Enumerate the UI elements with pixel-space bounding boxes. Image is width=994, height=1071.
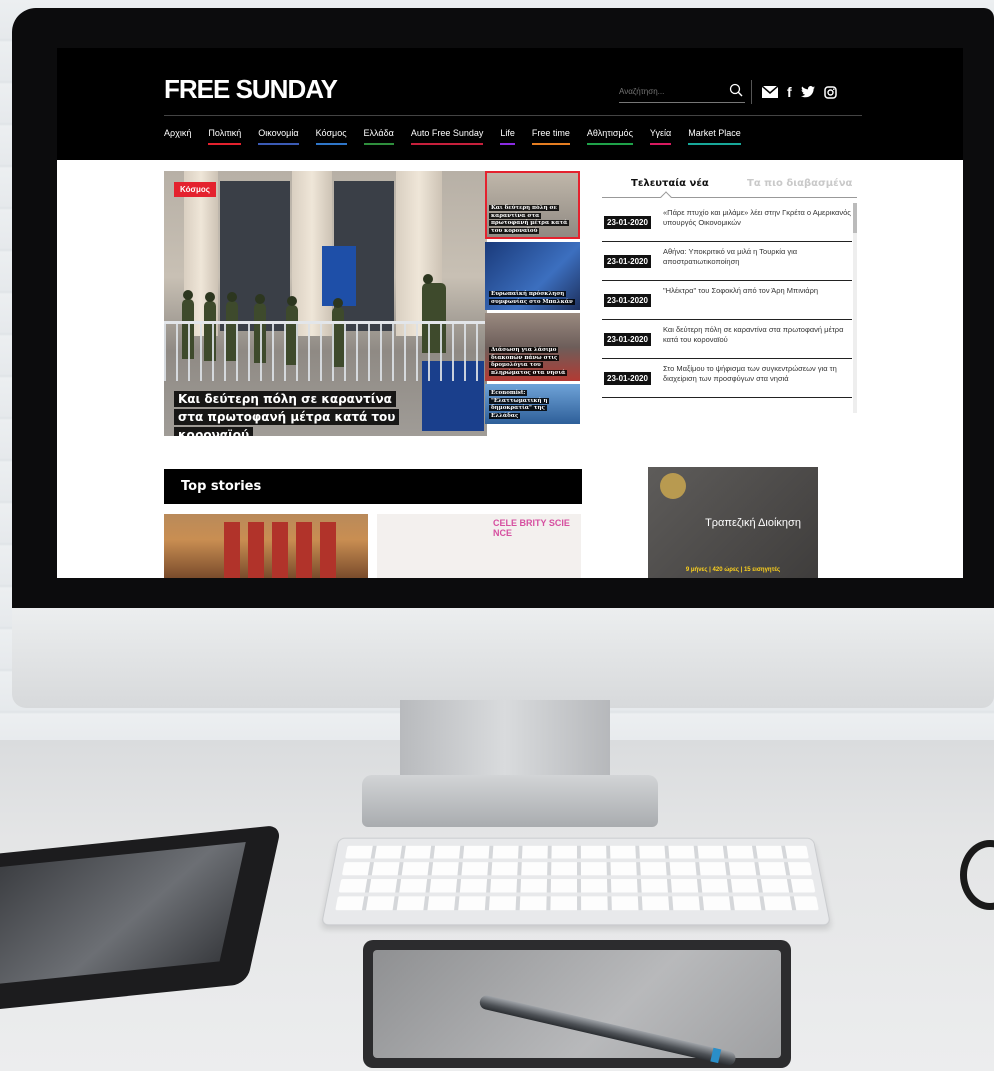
drawing-tablet-surface (373, 950, 781, 1058)
thumbnail-item[interactable]: Και δεύτερη πόλη σε καραντίνα στα πρωτοφ… (485, 171, 580, 239)
nav-item[interactable]: Αθλητισμός (586, 128, 633, 145)
header-divider (164, 115, 862, 116)
keyboard-row (345, 845, 809, 859)
monitor-stand-base (362, 775, 658, 827)
thumbnail-caption: Διάσωση για λάσιμο διακοπών πάνω στις δρ… (489, 347, 568, 376)
news-list-scrollbar[interactable] (853, 203, 857, 413)
news-headline[interactable]: «Πάρε πτυχίο και μιλάμε» λέει στην Γκρέτ… (663, 208, 853, 228)
thumbnail-item[interactable]: Διάσωση για λάσιμο διακοπών πάνω στις δρ… (485, 313, 580, 381)
news-date-badge: 23-01-2020 (604, 372, 651, 385)
keyboard-row (338, 879, 816, 893)
news-headline[interactable]: Αθήνα: Υποκριτικό να μιλά η Τουρκία για … (663, 247, 853, 267)
keyboard-row (335, 896, 819, 911)
advertisement-banner[interactable]: Τραπεζική Διοίκηση 9 μήνες | 420 ώρες | … (648, 467, 818, 578)
site-logo[interactable]: FREE SUNDAY (164, 74, 338, 105)
nav-item[interactable]: Πολιτική (208, 128, 242, 145)
news-item[interactable]: 23-01-2020 «Πάρε πτυχίο και μιλάμε» λέει … (602, 203, 852, 242)
news-tabs: Τελευταία νέα Τα πιο διαβασμένα (602, 176, 857, 203)
nav-item[interactable]: Market Place (688, 128, 741, 145)
monitor: FREE SUNDAY f Αρχική Πολιτική Οικονομία Κόσ… (12, 8, 994, 708)
latest-news-list: 23-01-2020 «Πάρε πτυχίο και μιλάμε» λέει … (602, 203, 852, 398)
top-stories-header: Top stories (164, 469, 582, 504)
category-badge[interactable]: Κόσμος (174, 182, 216, 197)
news-item[interactable]: 23-01-2020 Αθήνα: Υποκριτικό να μιλά η Το… (602, 242, 852, 281)
story-photo-sign: CELE BRITY SCIE NCE (493, 518, 570, 538)
search-box[interactable] (619, 81, 745, 103)
story-photo-detail (320, 522, 336, 578)
top-stories-title: Top stories (181, 479, 262, 494)
facebook-icon[interactable]: f (787, 84, 792, 100)
ad-title: Τραπεζική Διοίκηση (705, 517, 801, 529)
nav-item[interactable]: Auto Free Sunday (410, 128, 484, 145)
news-headline[interactable]: Και δεύτερη πόλη σε καραντίνα στα πρωτοφ… (663, 325, 853, 345)
story-photo-detail (224, 522, 240, 578)
news-date-badge: 23-01-2020 (604, 216, 651, 229)
tab-most-read[interactable]: Τα πιο διαβασμένα (747, 178, 852, 189)
monitor-stand (400, 700, 610, 780)
news-date-badge: 23-01-2020 (604, 333, 651, 346)
nav-item[interactable]: Αρχική (164, 128, 192, 145)
keyboard-row (341, 862, 813, 876)
social-links: f (751, 80, 837, 104)
thumbnail-caption: Και δεύτερη πόλη σε καραντίνα στα πρωτοφ… (489, 205, 570, 234)
top-story-card[interactable]: CELE BRITY SCIE NCE (377, 514, 581, 578)
thumbnail-caption: Ευρωπαϊκή πρόσκληση συμφωνίας στο Μπαλκά… (489, 291, 575, 305)
nav-item[interactable]: Κόσμος (315, 128, 347, 145)
thumbnail-caption: Economist: "Ελαττωματική η δημοκρατία" τ… (489, 390, 550, 419)
news-item[interactable]: 23-01-2020 Στο Μαξίμου το ψήφισμα των συγ… (602, 359, 852, 398)
monitor-chin (12, 608, 994, 708)
top-story-card[interactable] (164, 514, 368, 578)
news-item[interactable]: 23-01-2020 "Ηλέκτρα" του Σοφοκλή από τον … (602, 281, 852, 320)
hero-photo-railing (164, 321, 487, 381)
search-input[interactable] (619, 81, 719, 102)
story-photo-detail (296, 522, 312, 578)
hero-photo-railing-top (164, 321, 487, 324)
active-tab-pointer (660, 191, 672, 203)
thumbnail-item[interactable]: Ευρωπαϊκή πρόσκληση συμφωνίας στο Μπαλκά… (485, 242, 580, 310)
keyboard (320, 837, 832, 926)
story-photo-detail (272, 522, 288, 578)
news-date-badge: 23-01-2020 (604, 255, 651, 268)
hero-article[interactable]: Κόσμος Και δεύτερη πόλη σε καραντίνα στα… (164, 171, 487, 436)
news-headline[interactable]: "Ηλέκτρα" του Σοφοκλή από τον Άρη Μπινιά… (663, 286, 853, 296)
drawing-tablet (363, 940, 791, 1068)
thumbnail-item[interactable]: Economist: "Ελαττωματική η δημοκρατία" τ… (485, 384, 580, 424)
nav-item[interactable]: Life (500, 128, 515, 145)
ad-logo-icon (660, 473, 686, 499)
search-icon[interactable] (729, 83, 743, 97)
ad-subtitle: 9 μήνες | 420 ώρες | 15 εισηγητές (685, 567, 781, 573)
website-screen: FREE SUNDAY f Αρχική Πολιτική Οικονομία Κόσ… (57, 48, 963, 578)
tab-latest-news[interactable]: Τελευταία νέα (631, 178, 709, 189)
news-date-badge: 23-01-2020 (604, 294, 651, 307)
mail-icon[interactable] (762, 86, 778, 98)
tablet-screen (0, 842, 246, 988)
instagram-icon[interactable] (823, 85, 837, 99)
main-nav: Αρχική Πολιτική Οικονομία Κόσμος Ελλάδα Auto … (164, 128, 758, 145)
site-header: FREE SUNDAY f Αρχική Πολιτική Οικονομία Κόσ… (57, 48, 963, 160)
hero-headline[interactable]: Και δεύτερη πόλη σε καραντίνα στα πρωτοφ… (174, 390, 420, 436)
news-headline[interactable]: Στο Μαξίμου το ψήφισμα των συγκεντρώσεων… (663, 364, 853, 384)
nav-item[interactable]: Free time (531, 128, 570, 145)
hero-photo-sign (322, 246, 356, 306)
twitter-icon[interactable] (800, 86, 815, 98)
nav-item[interactable]: Οικονομία (258, 128, 299, 145)
headline-thumbnails: Και δεύτερη πόλη σε καραντίνα στα πρωτοφ… (485, 171, 583, 427)
news-item[interactable]: 23-01-2020 Και δεύτερη πόλη σε καραντίνα … (602, 320, 852, 359)
nav-item[interactable]: Ελλάδα (363, 128, 394, 145)
nav-item[interactable]: Υγεία (649, 128, 672, 145)
story-photo-detail (248, 522, 264, 578)
